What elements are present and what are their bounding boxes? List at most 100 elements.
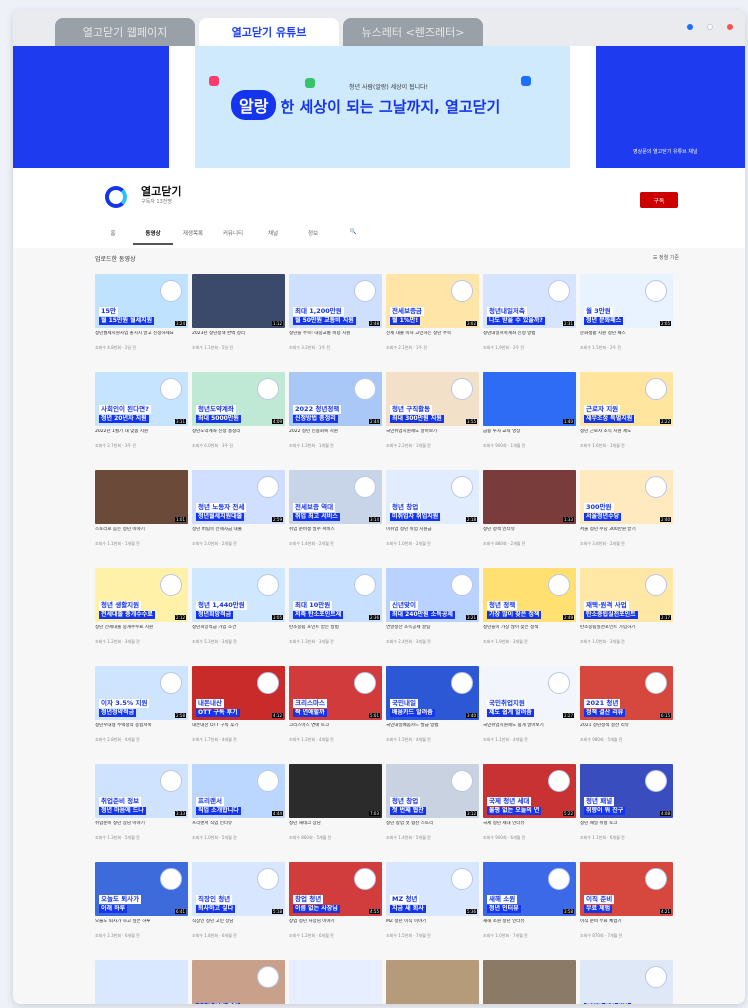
video-card[interactable]: 청년내일저축 나도 받을 수 있을까? 2:31 청년내일저축계좌 신청 방법 조회수 … <box>483 274 576 367</box>
video-thumbnail[interactable]: 청년 정책 가장 많이 찾은 정책 2:49 <box>483 568 576 622</box>
video-thumbnail[interactable]: 3:10 <box>95 960 188 1004</box>
video-card[interactable]: 창업 청년 이름 없는 사장님 4:55 창업 청년 사장님 이야기 조회수 1.2천회… <box>289 862 382 955</box>
blue-dot-icon[interactable] <box>687 24 693 30</box>
tab-webpage[interactable]: 열고닫기 웹페이지 <box>55 18 195 46</box>
video-title[interactable]: 청년들이 가장 많이 찾은 정책 <box>483 625 576 637</box>
video-card[interactable]: 신년맞이 최대 240만원 소득공제 3:21 연말정산 소득공제 꿀팁 조회수 2.4… <box>386 568 479 661</box>
video-title[interactable]: 청년희망적금 가입 조건 <box>192 625 285 637</box>
video-thumbnail[interactable]: 신년맞이 최대 240만원 소득공제 3:21 <box>386 568 479 622</box>
video-title[interactable]: 청년 정책 인터뷰 <box>483 527 576 539</box>
video-thumbnail[interactable]: 국민취업지원 제도 쉽게 알려줌 2:27 <box>483 666 576 720</box>
video-card[interactable]: 국민내일 배움카드 알려줌 3:40 국민내일배움카드 발급 방법 조회수 1.5천회 … <box>386 666 479 759</box>
video-thumbnail[interactable]: 7:03 <box>289 764 382 818</box>
video-card[interactable]: 근로자 지원 재무조정 특별지원 2:22 청년 근로자 소득 지원 제도 조회수 1.… <box>580 372 673 465</box>
video-thumbnail[interactable]: 1:40 <box>483 372 576 426</box>
video-title[interactable]: 프리랜서 직업 인터뷰 <box>192 821 285 833</box>
sort-button[interactable]: ☰ 정렬 기준 <box>653 254 679 261</box>
video-title[interactable]: 직장인 청년 고민 상담 <box>192 919 285 931</box>
video-title[interactable]: 미취업 청년 취업 지원금 <box>386 527 479 539</box>
video-thumbnail[interactable]: 크리스마스 짝 연애할까 5:01 <box>289 666 382 720</box>
video-thumbnail[interactable]: 청년 생활지원 전세대출 중개수수료 2:12 <box>95 568 188 622</box>
video-title[interactable]: 국제 청년 세대 인터뷰 <box>483 821 576 833</box>
video-title[interactable]: 창업 청년 사장님 이야기 <box>289 919 382 931</box>
video-title[interactable]: 청년우대형 주택청약 종합저축 <box>95 723 188 735</box>
video-thumbnail[interactable]: 300만원 서울청년수당 2:40 <box>580 470 673 524</box>
video-title[interactable]: 2022 청년 신용회복 지원 <box>289 429 382 441</box>
video-title[interactable]: 오늘도 퇴사가 하고 싶은 하루 <box>95 919 188 931</box>
video-thumbnail[interactable]: 전세보증 역대 취업 최고 서비스 3:14 <box>289 470 382 524</box>
video-thumbnail[interactable]: 오늘도 퇴사가 이래 하루 6:41 <box>95 862 188 916</box>
video-card[interactable]: 새해 소원 청년 인터뷰 3:58 새해 소원 청년 인터뷰 조회수 1.0천회 · 7… <box>483 862 576 955</box>
subscribe-button[interactable]: 구독 <box>640 192 678 208</box>
video-title[interactable]: 2022년 1월기 내 맞춤 지원 <box>95 429 188 441</box>
white-dot-icon[interactable] <box>707 24 713 30</box>
video-title[interactable]: 금융 투자 교육 영상 <box>483 429 576 441</box>
video-thumbnail[interactable]: 2021 청년 정책 결산 리뷰 6:15 <box>580 666 673 720</box>
video-thumbnail[interactable]: 프리랜서 직업 소개합니다 4:44 <box>192 764 285 818</box>
video-card[interactable]: 청년 창업 미취업자 취업지원 2:18 미취업 청년 취업 지원금 조회수 1.0천회… <box>386 470 479 563</box>
video-thumbnail[interactable]: 근로자 지원 재무조정 특별지원 2:22 <box>580 372 673 426</box>
video-thumbnail[interactable]: 2:55 <box>386 960 479 1004</box>
video-card[interactable]: 1:12 2023년 청년정책 완벽 정리 조회수 1.1천회 · 5일 전 <box>192 274 285 367</box>
video-card[interactable]: 청년 패널 취향이 뭐 진구 4:08 청년 패널 취향 토크 조회수 1.1천회 · … <box>580 764 673 857</box>
video-title[interactable]: 취업준비 청년 상담 이야기 <box>95 821 188 833</box>
channel-logo-icon[interactable] <box>105 186 127 208</box>
tab-youtube[interactable]: 열고닫기 유튜브 <box>199 18 339 46</box>
video-title[interactable]: 이직 준비 무료 체험기 <box>580 919 673 931</box>
video-card[interactable]: 2:55청년 현장 탐방조회수 650회 · 8개월 전 <box>386 960 479 1004</box>
video-card[interactable]: 국민취업지원 제도 쉽게 알려줌 2:27 국민취업지원제도 쉽게 알아보기 조회수 1… <box>483 666 576 759</box>
video-title[interactable]: 청년도약계좌 신청 총정리 <box>192 429 285 441</box>
video-thumbnail[interactable]: 최대 10만원 저축 탄소포인트제 2:36 <box>289 568 382 622</box>
video-card[interactable]: 청년 구직활동 최대 300만원 지원 3:55 국민취업지원제도 알아보기 조회수 2… <box>386 372 479 465</box>
video-card[interactable]: 1:33 청년 정책 인터뷰 조회수 880회 · 2개월 전 <box>483 470 576 563</box>
video-title[interactable]: 청년내일저축계좌 신청 방법 <box>483 331 576 343</box>
video-thumbnail[interactable]: 새해 소원 청년 인터뷰 3:58 <box>483 862 576 916</box>
search-icon[interactable]: 🔍 <box>333 225 373 245</box>
video-card[interactable]: MZ 청년 지금 새 회사 5:36 MZ 청년 이직 이야기 조회수 1.5천회 · … <box>386 862 479 955</box>
video-thumbnail[interactable]: MZ 청년 지금 새 회사 5:36 <box>386 862 479 916</box>
video-card[interactable]: 청년도약계좌 최대 5000만원 4:09 청년도약계좌 신청 총정리 조회수 6.0천… <box>192 372 285 465</box>
video-thumbnail[interactable]: 국제 청년 세대 불평 없는 오늘의 연 5:22 <box>483 764 576 818</box>
video-thumbnail[interactable]: 사회인이 된다면? 청년 20년차 지원 3:11 <box>95 372 188 426</box>
tab-playlists[interactable]: 재생목록 <box>173 225 213 245</box>
video-card[interactable]: 전세보증 역대 취업 최고 서비스 3:14 취업 준비생 필수 서비스 조회수 1.4… <box>289 470 382 563</box>
video-thumbnail[interactable]: 직장인 청년 퇴사하고 싶다 5:18 <box>192 862 285 916</box>
video-card[interactable]: 청년 노동자 전세 청년월세지원대출 2:59 청년 버팀목 전세자금 대출 조회수 2… <box>192 470 285 563</box>
video-card[interactable]: 2021 청년 정책 결산 리뷰 6:15 2021 청년정책 결산 리뷰 조회수 98… <box>580 666 673 759</box>
video-card[interactable]: 청년 생활지원 전세대출 중개수수료 2:12 청년 전세대출 중개수수료 지원 조회수… <box>95 568 188 661</box>
video-thumbnail[interactable]: 1:12 <box>192 274 285 328</box>
video-card[interactable]: 최대 1,200만원 월 50만원 교통비 지원 2:48 청년들 주목! 대중교통 … <box>289 274 382 367</box>
video-thumbnail[interactable]: 3:17 <box>483 960 576 1004</box>
video-card[interactable]: 3:10청년 인터뷰조회수 800회 · 7개월 전 <box>95 960 188 1004</box>
tab-community[interactable]: 커뮤니티 <box>213 225 253 245</box>
video-thumbnail[interactable]: 내돈내산 OTT 구독 후기 4:12 <box>192 666 285 720</box>
video-title[interactable]: 연말정산 소득공제 꿀팁 <box>386 625 479 637</box>
video-card[interactable]: 직장인 청년 퇴사하고 싶다 5:18 직장인 청년 고민 상담 조회수 1.8천회 ·… <box>192 862 285 955</box>
video-thumbnail[interactable]: 1:01 <box>95 470 188 524</box>
video-thumbnail[interactable]: 청년 노동자 전세 청년월세지원대출 2:59 <box>192 470 285 524</box>
video-card[interactable]: 청년 1,440만원 청년희망적금 3:05 청년희망적금 가입 조건 조회수 5.1천… <box>192 568 285 661</box>
tab-channels[interactable]: 채널 <box>253 225 293 245</box>
video-thumbnail[interactable]: 청년 1,440만원 청년희망적금 3:05 <box>192 568 285 622</box>
video-title[interactable]: 취업 준비생 필수 서비스 <box>289 527 382 539</box>
video-thumbnail[interactable]: 취업준비 정보 청년 마음에 드나 3:33 <box>95 764 188 818</box>
banner-caption[interactable]: 영상문의 열고닫기 유튜브 채널 <box>633 148 698 155</box>
video-card[interactable]: 취업준비 정보 청년 마음에 드나 3:33 취업준비 청년 상담 이야기 조회수 1.… <box>95 764 188 857</box>
video-thumbnail[interactable]: 청년 구직활동 최대 300만원 지원 3:55 <box>386 372 479 426</box>
video-title[interactable]: 청년월세지원사업 놓치지 말고 신청하세요 <box>95 331 188 343</box>
video-title[interactable]: 스토리로 듣는 청년 이야기 <box>95 527 188 539</box>
video-card[interactable]: 사회인이 된다면? 청년 20년차 지원 3:11 2022년 1월기 내 맞춤 지원… <box>95 372 188 465</box>
video-thumbnail[interactable]: 청년내일저축 나도 받을 수 있을까? 2:31 <box>483 274 576 328</box>
video-card[interactable]: 15만 월 15만원 월세지원 3:24 청년월세지원사업 놓치지 말고 신청하세요 조… <box>95 274 188 367</box>
video-title[interactable]: 청년 버팀목 전세자금 대출 <box>192 527 285 539</box>
video-card[interactable]: 최대 10만원 저축 탄소포인트제 2:36 탄소중립 포인트 받는 방법 조회수 1.… <box>289 568 382 661</box>
video-card[interactable]: 21세 대리 조직4:0221세 대리 직장 이야기조회수 950회 · 8개월… <box>192 960 285 1004</box>
video-title[interactable]: MZ 청년 이직 이야기 <box>386 919 479 931</box>
video-title[interactable]: 청년 전세대출 중개수수료 지원 <box>95 625 188 637</box>
video-title[interactable]: 국민취업지원제도 쉽게 알아보기 <box>483 723 576 735</box>
video-card[interactable]: 월 3만원 청년 문화패스 2:05 문화생활 지원 청년 패스 조회수 1.5천회 ·… <box>580 274 673 367</box>
video-title[interactable]: 탄소중립실천포인트 가입하기 <box>580 625 673 637</box>
video-thumbnail[interactable]: 1:33 <box>483 470 576 524</box>
tab-newsletter[interactable]: 뉴스레터 <렌즈레터> <box>343 18 483 46</box>
tab-home[interactable]: 홈 <box>93 225 133 245</box>
